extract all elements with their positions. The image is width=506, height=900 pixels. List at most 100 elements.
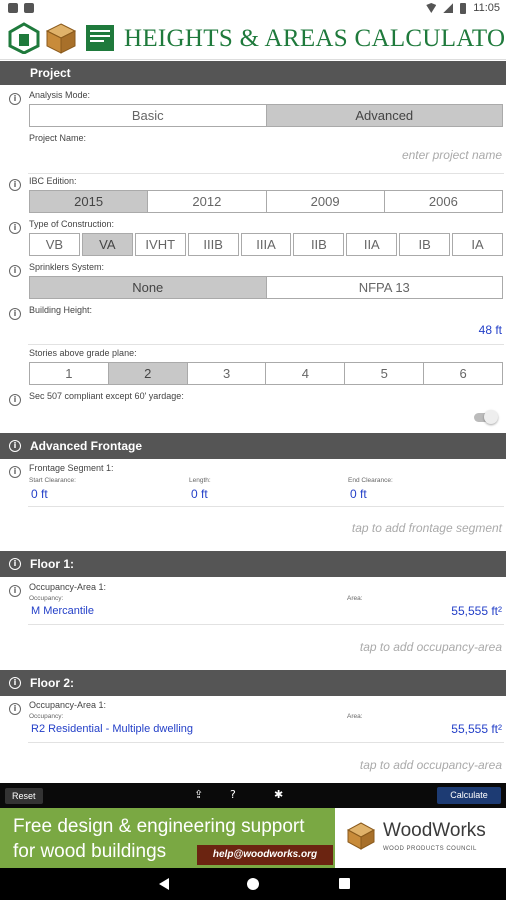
ibc-edition-selector[interactable]: 2015 2012 2009 2006 (29, 190, 503, 213)
construction-option[interactable]: VB (29, 233, 80, 256)
ibc-option[interactable]: 2006 (384, 191, 502, 212)
ibc-edition-label: IBC Edition: (29, 176, 77, 186)
occupancy-area-label: Occupancy-Area 1: (29, 582, 107, 592)
info-icon[interactable]: i (9, 179, 21, 191)
divider (28, 506, 504, 507)
construction-option[interactable]: IIIB (187, 233, 239, 256)
woodworks-brand: WoodWorks WOOD PRODUCTS COUNCIL (335, 808, 506, 868)
bottom-toolbar: Reset ⇪ ? ✱ Calculate (0, 783, 506, 808)
occupancy-area-label: Occupancy-Area 1: (29, 700, 107, 710)
upload-icon[interactable]: ⇪ (194, 789, 203, 801)
app-header: HEIGHTS & AREAS CALCULATOR (0, 18, 506, 60)
banner-email[interactable]: help@woodworks.org (197, 845, 333, 865)
start-clearance-value[interactable]: 0 ft (31, 487, 48, 501)
code-book-icon (86, 25, 114, 51)
add-occupancy-area[interactable]: tap to add occupancy-area (360, 640, 502, 654)
info-icon[interactable]: i (9, 440, 21, 452)
analysis-mode-label: Analysis Mode: (29, 90, 91, 100)
ad-banner[interactable]: Free design & engineering support for wo… (0, 808, 506, 868)
help-icon[interactable]: ? (230, 789, 236, 801)
floor-2-section-header: i Floor 2: (0, 670, 506, 696)
project-name-input[interactable]: enter project name (402, 148, 502, 162)
brand-name: WoodWorks (383, 820, 486, 841)
signal-icon (443, 3, 454, 13)
info-icon[interactable]: i (9, 677, 21, 689)
area-label: Area: (347, 595, 363, 602)
divider (28, 173, 504, 174)
sprinklers-option[interactable]: None (30, 277, 267, 298)
floor-1-section-header: i Floor 1: (0, 551, 506, 577)
end-clearance-label: End Clearance: (348, 477, 393, 484)
settings-icon[interactable]: ✱ (274, 789, 283, 801)
stories-option[interactable]: 5 (345, 363, 425, 384)
sprinklers-option[interactable]: NFPA 13 (266, 277, 502, 298)
construction-type-selector[interactable]: VB VA IVHT IIIB IIIA IIB IIA IB IA (29, 233, 504, 256)
calculate-button[interactable]: Calculate (437, 787, 501, 804)
construction-option[interactable]: IIA (346, 233, 398, 256)
construction-option[interactable]: IA (452, 233, 504, 256)
divider (28, 624, 504, 625)
analysis-mode-selector[interactable]: Basic Advanced (29, 104, 503, 127)
add-frontage-segment[interactable]: tap to add frontage segment (352, 521, 502, 535)
banner-line-1: Free design & engineering support (13, 816, 305, 837)
info-icon[interactable]: i (9, 308, 21, 320)
add-occupancy-area[interactable]: tap to add occupancy-area (360, 758, 502, 772)
construction-option[interactable]: IIB (293, 233, 345, 256)
sec507-toggle[interactable] (474, 410, 498, 424)
length-label: Length: (189, 477, 211, 484)
building-logo-icon (8, 22, 40, 54)
frontage-segment-label: Frontage Segment 1: (29, 463, 114, 473)
info-icon[interactable]: i (9, 585, 21, 597)
construction-option[interactable]: IB (399, 233, 451, 256)
banner-line-2: for wood buildings (13, 841, 167, 862)
info-icon[interactable]: i (9, 703, 21, 715)
area-label: Area: (347, 713, 363, 720)
frontage-section-header: i Advanced Frontage (0, 433, 506, 459)
stories-option[interactable]: 1 (30, 363, 109, 384)
stories-option[interactable]: 2 (108, 363, 188, 384)
area-value[interactable]: 55,555 ft² (451, 604, 502, 618)
sprinklers-label: Sprinklers System: (29, 262, 105, 272)
ibc-option[interactable]: 2009 (266, 191, 385, 212)
status-bar: 11:05 (0, 0, 506, 18)
stories-option[interactable]: 6 (424, 363, 502, 384)
info-icon[interactable]: i (9, 394, 21, 406)
stories-option[interactable]: 4 (266, 363, 346, 384)
stories-option[interactable]: 3 (187, 363, 267, 384)
reset-button[interactable]: Reset (5, 788, 43, 804)
building-height-label: Building Height: (29, 305, 93, 315)
analysis-mode-basic[interactable]: Basic (30, 105, 267, 126)
construction-type-label: Type of Construction: (29, 219, 115, 229)
construction-option[interactable]: IVHT (134, 233, 186, 256)
construction-option[interactable]: VA (81, 233, 133, 256)
ibc-option[interactable]: 2015 (30, 191, 149, 212)
home-icon[interactable] (247, 878, 259, 890)
stories-selector[interactable]: 1 2 3 4 5 6 (29, 362, 503, 385)
area-value[interactable]: 55,555 ft² (451, 722, 502, 736)
notification-icons (8, 3, 34, 13)
length-value[interactable]: 0 ft (191, 487, 208, 501)
section-title: Project (30, 66, 71, 80)
occupancy-value[interactable]: R2 Residential - Multiple dwelling (31, 723, 193, 735)
sprinklers-selector[interactable]: None NFPA 13 (29, 276, 503, 299)
occupancy-label: Occupancy: (29, 713, 64, 720)
construction-option[interactable]: IIIA (240, 233, 292, 256)
status-time: 11:05 (473, 2, 500, 14)
back-icon[interactable] (159, 878, 169, 890)
info-icon[interactable]: i (9, 265, 21, 277)
info-icon[interactable]: i (9, 558, 21, 570)
project-name-label: Project Name: (29, 133, 87, 143)
brand-tagline: WOOD PRODUCTS COUNCIL (383, 846, 477, 852)
app-title: HEIGHTS & AREAS CALCULATOR (124, 25, 506, 52)
occupancy-value[interactable]: M Mercantile (31, 605, 94, 617)
info-icon[interactable]: i (9, 466, 21, 478)
end-clearance-value[interactable]: 0 ft (350, 487, 367, 501)
info-icon[interactable]: i (9, 222, 21, 234)
stories-label: Stories above grade plane: (29, 348, 137, 358)
recent-apps-icon[interactable] (339, 878, 350, 889)
info-icon[interactable]: i (9, 93, 21, 105)
ibc-option[interactable]: 2012 (148, 191, 267, 212)
section-title: Advanced Frontage (30, 439, 143, 453)
building-height-value[interactable]: 48 ft (479, 323, 502, 337)
analysis-mode-advanced[interactable]: Advanced (266, 105, 502, 126)
